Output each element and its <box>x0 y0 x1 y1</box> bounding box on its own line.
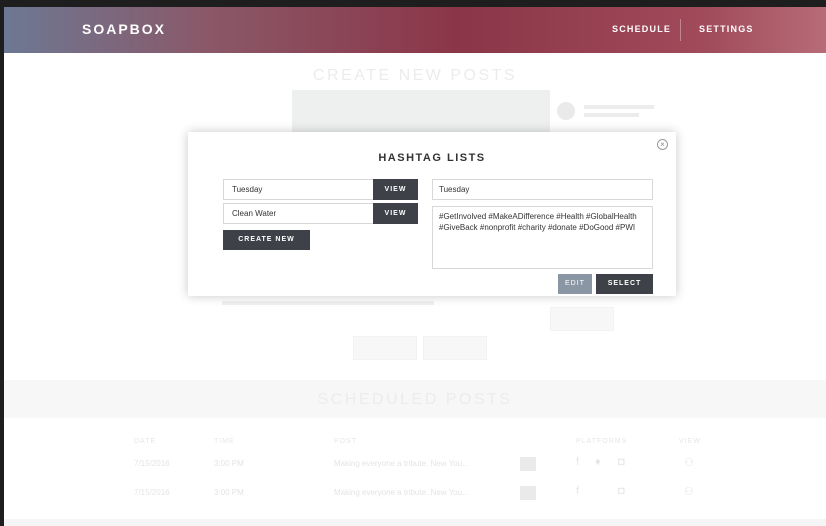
hashtag-lists-modal: × HASHTAG LISTS Tuesday VIEW Clean Water… <box>188 132 676 296</box>
modal-title: HASHTAG LISTS <box>378 152 486 164</box>
col-header-date: DATE <box>134 438 157 445</box>
app-logo[interactable]: SOAPBOX <box>82 21 166 37</box>
row1-facebook-icon: f <box>576 456 580 468</box>
scheduled-posts-title: SCHEDULED POSTS <box>317 391 513 408</box>
close-icon[interactable]: × <box>657 139 668 150</box>
add-list-button[interactable] <box>550 307 614 331</box>
view-button-clean-water[interactable]: VIEW <box>373 203 418 224</box>
row1-date: 7/15/2016 <box>134 459 170 468</box>
row2-date: 7/15/2016 <box>134 488 170 497</box>
col-header-platforms: PLATFORMS <box>576 438 628 445</box>
post-later-button[interactable] <box>423 336 487 360</box>
row2-time: 3:00 PM <box>214 488 244 497</box>
app-window: SOAPBOX SCHEDULE SETTINGS CREATE NEW POS… <box>4 7 826 526</box>
list-item-name: Clean Water <box>232 209 277 218</box>
account-info <box>584 103 654 117</box>
col-header-time: TIME <box>214 438 235 445</box>
post-image-preview <box>292 90 550 138</box>
post-text-line <box>222 297 434 305</box>
view-button-tuesday[interactable]: VIEW <box>373 179 418 200</box>
row2-view-icon[interactable]: ⚇ <box>684 485 694 498</box>
row1-time: 3:00 PM <box>214 459 244 468</box>
nav-divider <box>680 19 681 41</box>
list-name-field[interactable]: Tuesday <box>432 179 653 200</box>
account-avatar <box>557 102 575 120</box>
top-header: SOAPBOX SCHEDULE SETTINGS <box>4 7 826 53</box>
select-button[interactable]: SELECT <box>596 274 653 294</box>
nav-settings[interactable]: SETTINGS <box>699 24 754 34</box>
hashtags-textarea[interactable]: #GetInvolved #MakeADifference #Health #G… <box>432 206 653 269</box>
row2-facebook-icon: f <box>576 485 580 497</box>
create-posts-title: CREATE NEW POSTS <box>312 67 518 84</box>
row1-post: Making everyone a tribute. New You... <box>334 459 469 468</box>
row2-thumbnail <box>520 486 536 500</box>
footer-band <box>4 519 826 526</box>
row2-instagram-icon: ◘ <box>618 485 625 497</box>
row1-twitter-icon: ♦ <box>595 456 601 468</box>
row1-view-icon[interactable]: ⚇ <box>684 456 694 469</box>
row1-instagram-icon: ◘ <box>618 456 625 468</box>
col-header-post: POST <box>334 438 358 445</box>
create-new-button[interactable]: CREATE NEW <box>223 230 310 250</box>
nav-schedule[interactable]: SCHEDULE <box>612 24 671 34</box>
row1-thumbnail <box>520 457 536 471</box>
col-header-view: VIEW <box>679 438 701 445</box>
list-item-name: Tuesday <box>232 185 263 194</box>
row2-post: Making everyone a tribute. New You... <box>334 488 469 497</box>
post-now-button[interactable] <box>353 336 417 360</box>
edit-button[interactable]: EDIT <box>558 274 592 294</box>
